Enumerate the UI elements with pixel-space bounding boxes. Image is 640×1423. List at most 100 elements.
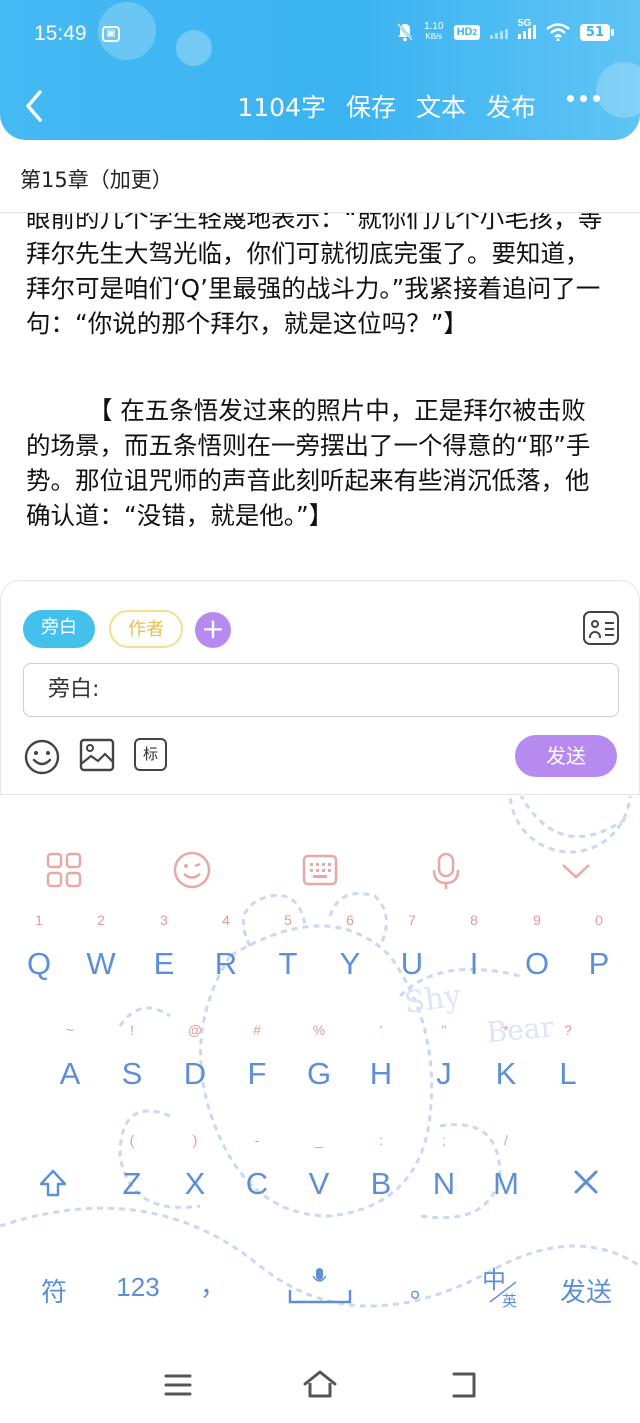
key-label: H — [369, 1056, 393, 1091]
key-v[interactable]: _ V — [293, 1132, 345, 1202]
wifi-icon — [546, 23, 570, 41]
editor-content[interactable]: 眼前的几个学生轻蔑地表示：“就你们几个小毛孩，等拜尔先生大驾光临，你们可就彻底完… — [0, 213, 640, 575]
paragraph-text: 【 在五条悟发过来的照片中，正是拜尔被击败的场景，而五条悟则在一旁摆出了一个得意… — [26, 396, 591, 530]
tag-button[interactable]: 标 — [134, 738, 167, 771]
soft-keyboard: Shy Bear 1Q 2W 3E 4R 5T 6Y 7U 8I 9O 0P ~… — [0, 796, 640, 1352]
key-g[interactable]: % G — [293, 1022, 345, 1092]
chapter-title[interactable]: 第15章（加更） — [20, 164, 173, 194]
app-header: 15:49 ▣ 1.10 KB/s HD2 5G 51 1104字 保存 文本 … — [0, 0, 640, 140]
home-icon[interactable] — [302, 1369, 338, 1399]
key-label: T — [278, 946, 298, 981]
key-alt-label: * — [503, 1022, 509, 1038]
key-alt-label: ' — [379, 1022, 383, 1038]
text-button[interactable]: 文本 — [416, 88, 466, 124]
key-l[interactable]: ? L — [542, 1022, 594, 1092]
key-alt-label: _ — [315, 1132, 323, 1148]
key-alt-label: # — [253, 1022, 261, 1038]
add-role-button[interactable]: + — [195, 612, 231, 648]
key-k[interactable]: * K — [480, 1022, 532, 1092]
comma-key[interactable]: ， — [198, 1266, 228, 1303]
key-alt-label: / — [504, 1132, 508, 1148]
collapse-keyboard-icon[interactable] — [560, 862, 592, 880]
emoji-icon[interactable] — [23, 738, 61, 776]
key-q[interactable]: 1Q — [13, 912, 65, 982]
key-label: A — [59, 1056, 81, 1091]
status-time: 15:49 — [34, 22, 87, 45]
key-label: J — [436, 1056, 452, 1091]
key-label: X — [184, 1166, 206, 1201]
key-c[interactable]: -C — [231, 1132, 283, 1202]
key-j[interactable]: " J — [418, 1022, 470, 1092]
key-alt-label: ) — [192, 1132, 198, 1148]
delete-icon[interactable] — [572, 1168, 600, 1196]
key-y[interactable]: 6Y — [324, 912, 376, 982]
key-label: I — [469, 946, 479, 981]
decor-bubble — [596, 62, 640, 118]
menu-icon[interactable] — [164, 1372, 192, 1398]
role-narration-chip[interactable]: 旁白 — [23, 610, 95, 648]
language-switch-key[interactable]: 中 英 — [482, 1260, 524, 1316]
key-alt-label: ( — [129, 1132, 135, 1148]
keyboard-send-key[interactable]: 发送 — [556, 1272, 616, 1309]
key-x[interactable]: ) X — [169, 1132, 221, 1202]
key-e[interactable]: 3E — [138, 912, 190, 982]
key-s[interactable]: ! S — [106, 1022, 158, 1092]
more-options-icon[interactable] — [567, 95, 600, 102]
contact-card-icon[interactable] — [583, 611, 619, 645]
key-w[interactable]: 2W — [75, 912, 127, 982]
numbers-key[interactable]: 123 — [112, 1272, 164, 1303]
keyboard-icon[interactable] — [302, 854, 338, 886]
key-r[interactable]: 4R — [200, 912, 252, 982]
key-a[interactable]: ~ A — [44, 1022, 96, 1092]
net-speed: 1.10 KB/s — [424, 22, 443, 42]
key-alt-label: 1 — [35, 912, 43, 928]
key-o[interactable]: 9O — [511, 912, 563, 982]
back-nav-icon[interactable] — [446, 1371, 478, 1399]
key-label: O — [524, 946, 550, 981]
paragraph[interactable]: 【 在五条悟发过来的照片中，正是拜尔被击败的场景，而五条悟则在一旁摆出了一个得意… — [26, 393, 604, 533]
key-p[interactable]: 0P — [573, 912, 625, 982]
key-alt-label: ? — [564, 1022, 572, 1038]
key-label: L — [559, 1056, 577, 1091]
microphone-icon[interactable] — [432, 852, 460, 890]
role-author-chip[interactable]: 作者 — [109, 610, 183, 648]
period-key[interactable]: 。 — [408, 1268, 438, 1305]
key-label: B — [370, 1166, 392, 1201]
key-f[interactable]: # F — [231, 1022, 283, 1092]
back-button[interactable] — [20, 86, 52, 126]
key-label: N — [432, 1166, 456, 1201]
key-t[interactable]: 5T — [262, 912, 314, 982]
silent-bell-icon — [397, 23, 414, 42]
key-label: Y — [339, 946, 361, 981]
network-type: 5G — [517, 18, 532, 29]
key-b[interactable]: :B — [355, 1132, 407, 1202]
message-input[interactable]: 旁白: — [23, 663, 619, 717]
key-n[interactable]: ; N — [418, 1132, 470, 1202]
image-icon[interactable] — [79, 738, 115, 772]
save-button[interactable]: 保存 — [346, 88, 396, 124]
status-icons: 1.10 KB/s HD2 5G 51 — [396, 18, 615, 42]
key-i[interactable]: 8I — [448, 912, 500, 982]
net-speed-unit: KB/s — [425, 32, 443, 41]
publish-button[interactable]: 发布 — [486, 88, 536, 124]
system-nav-bar — [0, 1352, 640, 1423]
chevron-left-icon — [26, 90, 42, 122]
key-alt-label: ! — [130, 1022, 134, 1038]
key-m[interactable]: / M — [480, 1132, 532, 1202]
key-alt-label: : — [379, 1132, 383, 1148]
key-h[interactable]: ' H — [355, 1022, 407, 1092]
key-z[interactable]: (Z — [106, 1132, 158, 1202]
symbols-key[interactable]: 符 — [38, 1272, 70, 1309]
paragraph[interactable]: 眼前的几个学生轻蔑地表示：“就你们几个小毛孩，等拜尔先生大驾光临，你们可就彻底完… — [26, 213, 604, 341]
space-key[interactable] — [288, 1266, 352, 1308]
notification-app-icon: ▣ — [102, 26, 120, 42]
key-label: S — [121, 1056, 143, 1091]
send-button[interactable]: 发送 — [515, 735, 617, 777]
key-label: P — [588, 946, 610, 981]
key-d[interactable]: @ D — [169, 1022, 221, 1092]
apps-grid-icon[interactable] — [46, 852, 82, 888]
key-u[interactable]: 7U — [386, 912, 438, 982]
key-label: E — [153, 946, 175, 981]
shift-icon[interactable] — [38, 1168, 68, 1198]
emoji-icon[interactable] — [172, 850, 212, 890]
